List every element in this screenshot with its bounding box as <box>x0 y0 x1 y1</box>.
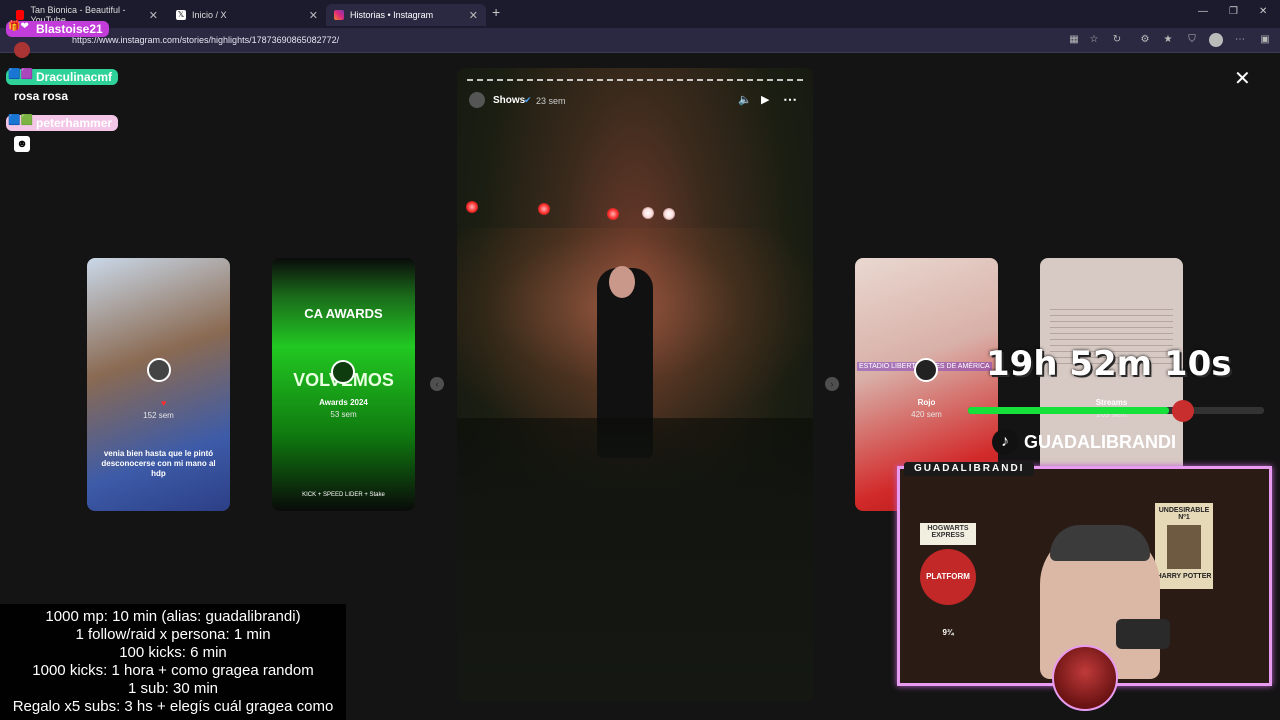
close-icon[interactable]: ✕ <box>1234 66 1251 91</box>
story-caption: venia bien hasta que le pintó desconocer… <box>101 449 216 478</box>
more-icon[interactable]: ⋯ <box>783 91 797 108</box>
heart-icon: ♥ <box>161 398 167 408</box>
window-close-button[interactable]: ✕ <box>1259 6 1267 17</box>
audience <box>457 418 813 702</box>
shield-icon[interactable]: ⛉ <box>1186 34 1198 46</box>
youtube-icon <box>16 10 25 20</box>
timer-progress-bar <box>968 407 1170 414</box>
badge-icon: 🟦🟩 <box>8 115 33 126</box>
mascot-icon <box>1172 400 1194 422</box>
tab-x[interactable]: 𝕏 Inicio / X ✕ <box>168 4 326 26</box>
refresh-icon[interactable]: ↻ <box>1111 34 1123 46</box>
story-progress-bar <box>467 79 803 81</box>
close-icon[interactable]: ✕ <box>149 9 158 22</box>
story-card[interactable]: CA AWARDS VOLVEMOS Awards 2024 53 sem KI… <box>272 258 415 511</box>
rules-panel: 1000 mp: 10 min (alias: guadalibrandi) 1… <box>0 604 346 720</box>
volume-icon[interactable]: 🔈 <box>738 93 752 106</box>
profile-avatar[interactable] <box>1209 33 1223 47</box>
tiktok-handle: ♪ GUADALIBRANDI <box>992 428 1176 456</box>
rule-line: Regalo x5 subs: 3 hs + elegís cuál grage… <box>12 698 334 715</box>
badge-icon: 🟦🟪 <box>8 69 33 80</box>
close-icon[interactable]: ✕ <box>309 9 318 22</box>
favorite-icon[interactable]: ☆ <box>1088 34 1100 46</box>
tiktok-username: GUADALIBRANDI <box>1024 431 1176 452</box>
next-arrow[interactable]: › <box>825 377 839 391</box>
tab-title: Historias • Instagram <box>350 10 434 20</box>
tab-title: Inicio / X <box>192 10 227 20</box>
rule-line: 1 sub: 30 min <box>127 680 219 697</box>
stage-light <box>607 208 619 220</box>
poster-title: UNDESIRABLE Nº1 <box>1158 507 1210 521</box>
stage-light <box>663 208 675 220</box>
poster-sign: HOGWARTS EXPRESS <box>920 523 976 545</box>
avatar <box>14 42 30 58</box>
app-icon[interactable]: ▦ <box>1068 34 1080 46</box>
story-label: Rojo <box>917 398 936 407</box>
stage-light <box>642 207 654 219</box>
sponsor-footer: KICK + SPEED LIDER + Stake <box>302 492 385 498</box>
maximize-button[interactable]: ❐ <box>1229 6 1238 17</box>
highlight-avatar <box>147 358 171 382</box>
stage-light <box>538 203 550 215</box>
poster-photo <box>1167 525 1201 569</box>
banner-text: CA AWARDS <box>304 306 383 321</box>
verified-icon: ✔ <box>524 95 532 105</box>
performer-head <box>609 266 635 298</box>
prev-arrow[interactable]: ‹ <box>430 377 444 391</box>
story-label: Awards 2024 <box>319 398 368 407</box>
sidebar-icon[interactable]: ▣ <box>1259 34 1271 46</box>
story-time: 53 sem <box>330 410 357 419</box>
rule-line: 1 follow/raid x persona: 1 min <box>75 626 271 643</box>
favorites-icon[interactable]: ★ <box>1162 34 1174 46</box>
rule-line: 1000 mp: 10 min (alias: guadalibrandi) <box>45 608 301 625</box>
story-card[interactable]: ♥ 152 sem venia bien hasta que le pintó … <box>87 258 230 511</box>
bandana <box>1050 525 1150 561</box>
x-icon: 𝕏 <box>176 10 186 20</box>
more-icon[interactable]: ⋯ <box>1234 34 1246 46</box>
url-field[interactable]: https://www.instagram.com/stories/highli… <box>56 32 1056 48</box>
tiktok-icon: ♪ <box>992 429 1018 455</box>
poster-sign: PLATFORM 9¾ <box>920 549 976 637</box>
story-time: 152 sem <box>143 411 174 420</box>
extension-icon[interactable]: ⚙ <box>1139 34 1151 46</box>
minimize-button[interactable]: — <box>1198 6 1208 17</box>
rule-line: 100 kicks: 6 min <box>119 644 227 661</box>
cam-name-label: GUADALIBRANDI <box>904 462 1035 476</box>
microphone <box>1116 619 1170 649</box>
main-story[interactable]: Shows ✔ 23 sem 🔈 ▶ ⋯ <box>457 68 813 702</box>
stage-light <box>466 201 478 213</box>
story-username[interactable]: Shows <box>493 95 525 106</box>
instagram-icon <box>334 10 344 20</box>
emote-icon: ☻ <box>14 136 30 152</box>
story-time: 23 sem <box>536 96 566 106</box>
story-avatar[interactable] <box>469 92 485 108</box>
play-icon[interactable]: ▶ <box>761 93 769 106</box>
avatar <box>1052 645 1118 711</box>
rule-line: 1000 kicks: 1 hora + como gragea random <box>32 662 314 679</box>
wanted-poster: UNDESIRABLE Nº1 HARRY POTTER <box>1155 503 1213 589</box>
chat-message: rosa rosa <box>14 89 69 103</box>
story-label: Streams <box>1095 398 1128 407</box>
stream-timer: 19h 52m 10s <box>986 344 1232 384</box>
new-tab-button[interactable]: + <box>492 4 500 20</box>
highlight-avatar <box>331 360 355 384</box>
close-icon[interactable]: ✕ <box>469 9 478 22</box>
browser-tab-bar: Tan Bionica - Beautiful - YouTube ✕ 𝕏 In… <box>0 0 1280 28</box>
tab-instagram[interactable]: Historias • Instagram ✕ <box>326 4 486 26</box>
highlight-avatar <box>914 358 938 382</box>
poster-name: HARRY POTTER <box>1156 573 1212 580</box>
badge-icon: 🎁❤ <box>8 21 29 32</box>
